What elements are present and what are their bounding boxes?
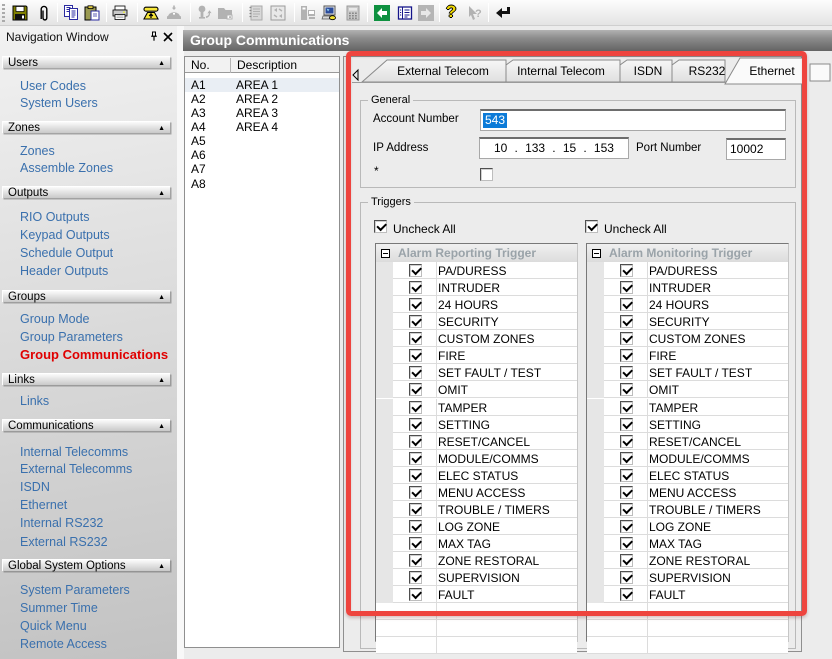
svg-text:?: ?: [475, 8, 482, 20]
